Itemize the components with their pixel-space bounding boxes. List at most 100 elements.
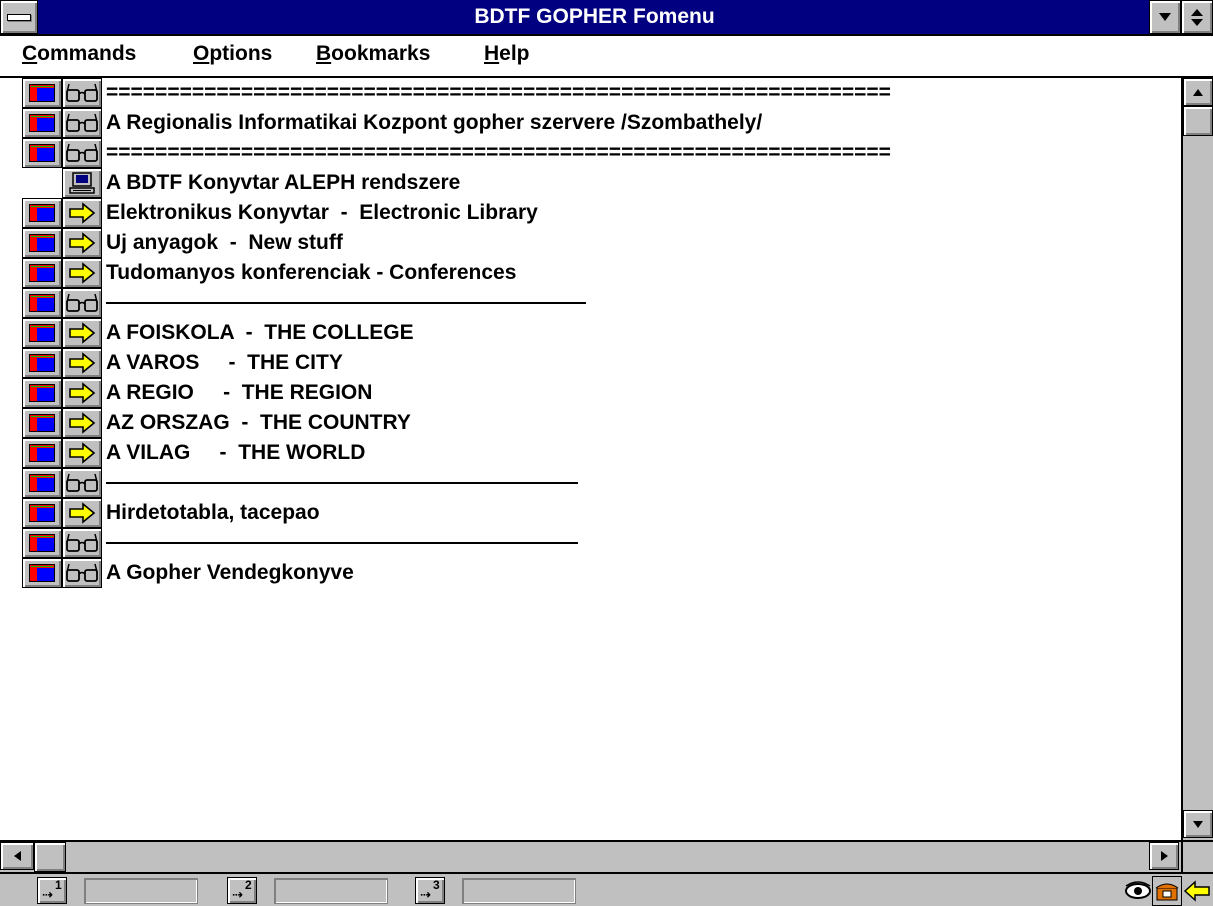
gopher-item[interactable]: A REGIO - THE REGION (22, 378, 1172, 408)
glasses-icon[interactable] (62, 528, 102, 558)
document-window-icon[interactable] (22, 258, 62, 288)
glasses-icon[interactable] (62, 78, 102, 108)
gopher-item-label: Hirdetotabla, tacepao (106, 501, 320, 524)
gopher-item[interactable]: A BDTF Konyvtar ALEPH rendszere (22, 168, 1172, 198)
arrow-right-icon[interactable] (62, 318, 102, 348)
screen-icon (29, 564, 55, 582)
bookmark-button-1[interactable]: ⇢ 1 (37, 877, 67, 904)
scroll-down-button[interactable] (1183, 810, 1213, 838)
scroll-up-button[interactable] (1183, 78, 1213, 106)
separator-line (106, 302, 586, 304)
arrow-right-icon[interactable] (62, 228, 102, 258)
glasses-icon[interactable] (62, 558, 102, 588)
document-window-icon[interactable] (22, 378, 62, 408)
menu-bookmarks[interactable]: Bookmarks (316, 42, 430, 66)
document-window-icon[interactable] (22, 528, 62, 558)
gopher-item[interactable]: ========================================… (22, 78, 1172, 108)
gopher-item[interactable] (22, 468, 1172, 498)
document-window-icon[interactable] (22, 438, 62, 468)
down-arrow-icon (1193, 820, 1203, 828)
gopher-item-label: ========================================… (106, 141, 891, 164)
gopher-item-label: Elektronikus Konyvtar - Electronic Libra… (106, 201, 538, 224)
zigzag-arrow-icon: ⇢ (42, 887, 53, 902)
document-window-icon[interactable] (22, 558, 62, 588)
gopher-menu-list: ========================================… (0, 78, 1181, 840)
document-window-icon[interactable] (22, 348, 62, 378)
horizontal-scroll-thumb[interactable] (34, 842, 66, 872)
right-arrow-icon (1160, 851, 1168, 861)
screen-icon (29, 114, 55, 132)
gopher-item-label: A VAROS - THE CITY (106, 351, 343, 374)
gopher-item[interactable]: Tudomanyos konferenciak - Conferences (22, 258, 1172, 288)
system-menu-icon (7, 13, 31, 21)
scroll-left-button[interactable] (0, 842, 34, 870)
document-window-icon[interactable] (22, 138, 62, 168)
status-field-2 (274, 878, 388, 904)
gopher-item-label: Tudomanyos konferenciak - Conferences (106, 261, 517, 284)
gopher-item[interactable] (22, 288, 1172, 318)
document-window-icon[interactable] (22, 198, 62, 228)
document-window-icon[interactable] (22, 288, 62, 318)
title-bar: BDTF GOPHER Fomenu (0, 0, 1213, 36)
left-arrow-icon (13, 851, 21, 861)
status-bar: ⇢ 1 ⇢ 2 ⇢ 3 (0, 872, 1213, 906)
bookmark-button-2[interactable]: ⇢ 2 (227, 877, 257, 904)
gopher-item-label: A REGIO - THE REGION (106, 381, 373, 404)
vertical-scrollbar[interactable] (1181, 78, 1213, 840)
scroll-right-button[interactable] (1149, 842, 1179, 870)
gopher-item[interactable]: A FOISKOLA - THE COLLEGE (22, 318, 1172, 348)
computer-icon[interactable] (62, 168, 102, 198)
horizontal-scrollbar[interactable] (0, 840, 1181, 872)
gopher-item[interactable]: Hirdetotabla, tacepao (22, 498, 1172, 528)
gopher-item[interactable]: A VILAG - THE WORLD (22, 438, 1172, 468)
gopher-item[interactable]: Uj anyagok - New stuff (22, 228, 1172, 258)
menu-commands[interactable]: Commands (22, 42, 136, 66)
vertical-scroll-thumb[interactable] (1183, 106, 1213, 136)
document-window-icon[interactable] (22, 408, 62, 438)
document-window-icon[interactable] (22, 318, 62, 348)
arrow-right-icon[interactable] (62, 348, 102, 378)
menu-help[interactable]: Help (484, 42, 530, 66)
glasses-icon[interactable] (62, 468, 102, 498)
document-window-icon[interactable] (22, 108, 62, 138)
arrow-right-icon[interactable] (62, 258, 102, 288)
back-arrow-icon[interactable] (1182, 876, 1212, 906)
arrow-right-icon[interactable] (62, 408, 102, 438)
zigzag-arrow-icon: ⇢ (420, 887, 431, 902)
document-window-icon[interactable] (22, 498, 62, 528)
screen-icon (29, 474, 55, 492)
minimize-button[interactable] (1149, 0, 1181, 34)
gopher-item[interactable]: ========================================… (22, 138, 1172, 168)
gopher-item[interactable]: A Regionalis Informatikai Kozpont gopher… (22, 108, 1172, 138)
separator-line (106, 542, 578, 544)
glasses-icon[interactable] (62, 108, 102, 138)
screen-icon (29, 144, 55, 162)
arrow-right-icon[interactable] (62, 498, 102, 528)
restore-button[interactable] (1181, 0, 1213, 34)
eye-icon[interactable] (1123, 876, 1153, 906)
document-window-icon[interactable] (22, 228, 62, 258)
gopher-item-label: AZ ORSZAG - THE COUNTRY (106, 411, 411, 434)
screen-icon (29, 324, 55, 342)
arrow-right-icon[interactable] (62, 438, 102, 468)
empty-slot (22, 168, 62, 198)
gopher-item-label: A Regionalis Informatikai Kozpont gopher… (106, 111, 763, 134)
document-window-icon[interactable] (22, 78, 62, 108)
glasses-icon[interactable] (62, 288, 102, 318)
glasses-icon[interactable] (62, 138, 102, 168)
arrow-right-icon[interactable] (62, 378, 102, 408)
screen-icon (29, 234, 55, 252)
gopher-item[interactable]: A Gopher Vendegkonyve (22, 558, 1172, 588)
gopher-item[interactable]: Elektronikus Konyvtar - Electronic Libra… (22, 198, 1172, 228)
status-field-1 (84, 878, 198, 904)
screen-icon (29, 444, 55, 462)
document-window-icon[interactable] (22, 468, 62, 498)
gopher-item[interactable]: A VAROS - THE CITY (22, 348, 1172, 378)
gopher-item[interactable]: AZ ORSZAG - THE COUNTRY (22, 408, 1172, 438)
gopher-item[interactable] (22, 528, 1172, 558)
phone-icon[interactable] (1152, 876, 1182, 906)
system-menu-button[interactable] (0, 0, 38, 34)
arrow-right-icon[interactable] (62, 198, 102, 228)
bookmark-button-3[interactable]: ⇢ 3 (415, 877, 445, 904)
menu-options[interactable]: Options (193, 42, 272, 66)
